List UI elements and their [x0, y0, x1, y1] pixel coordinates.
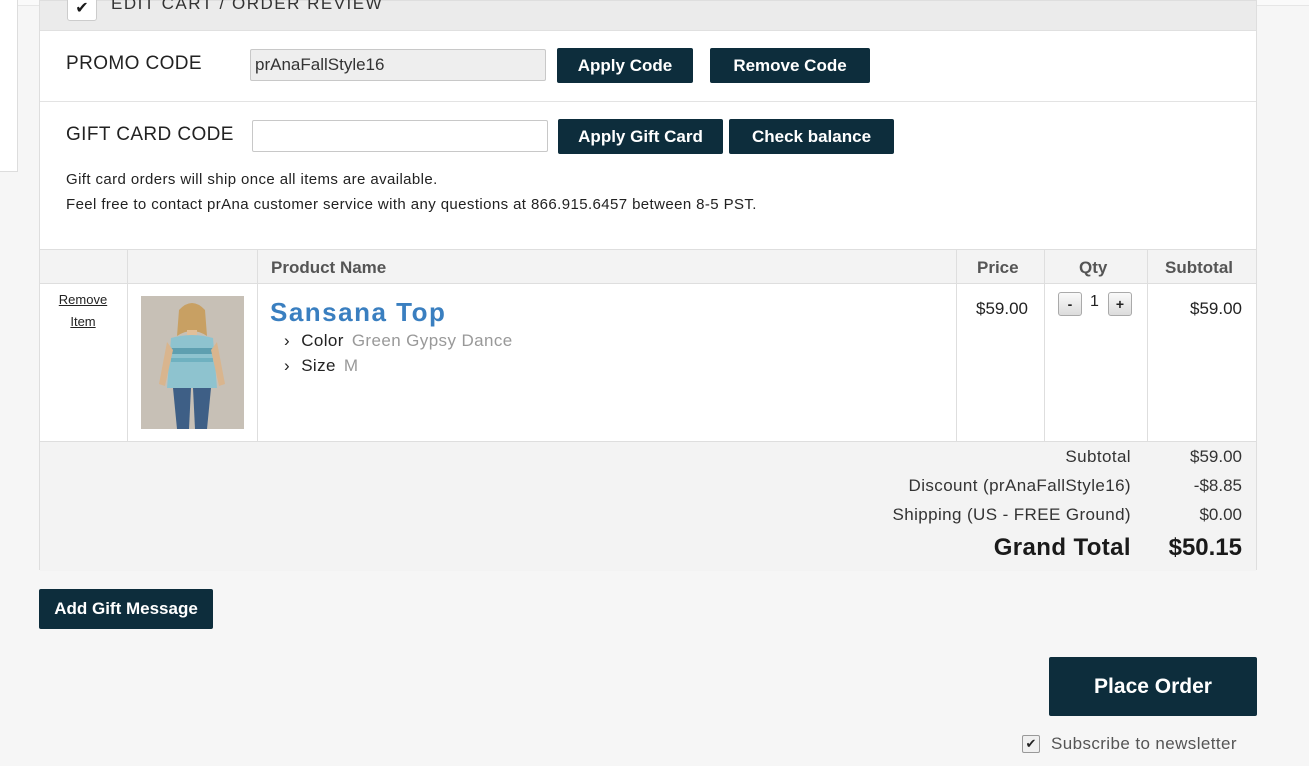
newsletter-checkbox[interactable]: ✔	[1022, 735, 1040, 753]
remove-item-line2[interactable]: Item	[48, 311, 118, 333]
col-subtotal: Subtotal	[1165, 258, 1233, 277]
gift-card-label: GIFT CARD CODE	[66, 124, 234, 145]
section-checkmark-icon[interactable]: ✔	[67, 0, 97, 21]
checkmark-icon: ✔	[1025, 736, 1037, 751]
totals-area: Subtotal $59.00 Discount (prAnaFallStyle…	[40, 441, 1256, 571]
left-panel-edge	[0, 0, 18, 172]
divider	[40, 101, 1256, 102]
product-option-size: › Size M	[284, 356, 358, 376]
check-balance-button[interactable]: Check balance	[729, 119, 894, 154]
cart-table-header: Product Name Price Qty Subtotal	[40, 249, 1256, 284]
remove-item-line1[interactable]: Remove	[48, 289, 118, 311]
subtotal-value: $59.00	[1190, 447, 1242, 466]
add-gift-message-button[interactable]: Add Gift Message	[39, 589, 213, 629]
qty-increase-button[interactable]: +	[1108, 292, 1132, 316]
shipping-value: $0.00	[1199, 505, 1242, 524]
grand-total-label: Grand Total	[993, 534, 1131, 561]
product-photo-illustration	[141, 296, 244, 429]
section-header: ✔ EDIT CART / ORDER REVIEW	[40, 0, 1256, 31]
item-subtotal: $59.00	[1190, 299, 1242, 318]
product-thumbnail[interactable]	[141, 296, 244, 429]
col-price: Price	[977, 258, 1019, 277]
gift-card-note-2: Feel free to contact prAna customer serv…	[66, 196, 757, 213]
grand-total-value: $50.15	[1168, 534, 1242, 561]
newsletter-label[interactable]: Subscribe to newsletter	[1051, 734, 1237, 754]
product-name-link[interactable]: Sansana Top	[270, 297, 446, 328]
item-price: $59.00	[976, 299, 1028, 318]
gift-card-note-1: Gift card orders will ship once all item…	[66, 171, 438, 188]
discount-label: Discount (prAnaFallStyle16)	[908, 476, 1131, 495]
option-value: M	[343, 356, 359, 375]
apply-gift-card-button[interactable]: Apply Gift Card	[558, 119, 723, 154]
qty-decrease-button[interactable]: -	[1058, 292, 1082, 316]
option-label: Color	[301, 331, 344, 350]
product-option-color: › Color Green Gypsy Dance	[284, 331, 513, 351]
place-order-button[interactable]: Place Order	[1049, 657, 1257, 716]
section-title: EDIT CART / ORDER REVIEW	[111, 0, 384, 13]
promo-code-label: PROMO CODE	[66, 53, 202, 74]
gift-card-input[interactable]	[252, 120, 548, 152]
apply-code-button[interactable]: Apply Code	[557, 48, 693, 83]
shipping-label: Shipping (US - FREE Ground)	[892, 505, 1131, 524]
column-divider	[127, 249, 128, 441]
chevron-right-icon: ›	[284, 356, 291, 375]
subtotal-label: Subtotal	[1065, 447, 1131, 466]
remove-item-link[interactable]: Remove Item	[48, 289, 118, 333]
promo-code-input[interactable]	[250, 49, 546, 81]
column-divider	[1044, 249, 1045, 441]
option-label: Size	[301, 356, 336, 375]
newsletter-option[interactable]: ✔ Subscribe to newsletter	[1022, 734, 1237, 754]
qty-value[interactable]: 1	[1090, 293, 1099, 311]
remove-code-button[interactable]: Remove Code	[710, 48, 870, 83]
discount-value: -$8.85	[1193, 476, 1242, 495]
column-divider	[956, 249, 957, 441]
option-value: Green Gypsy Dance	[351, 331, 513, 350]
chevron-right-icon: ›	[284, 331, 291, 350]
col-product-name: Product Name	[271, 258, 387, 277]
col-qty: Qty	[1079, 258, 1108, 277]
order-review-panel: ✔ EDIT CART / ORDER REVIEW PROMO CODE Ap…	[39, 0, 1257, 571]
column-divider	[257, 249, 258, 441]
